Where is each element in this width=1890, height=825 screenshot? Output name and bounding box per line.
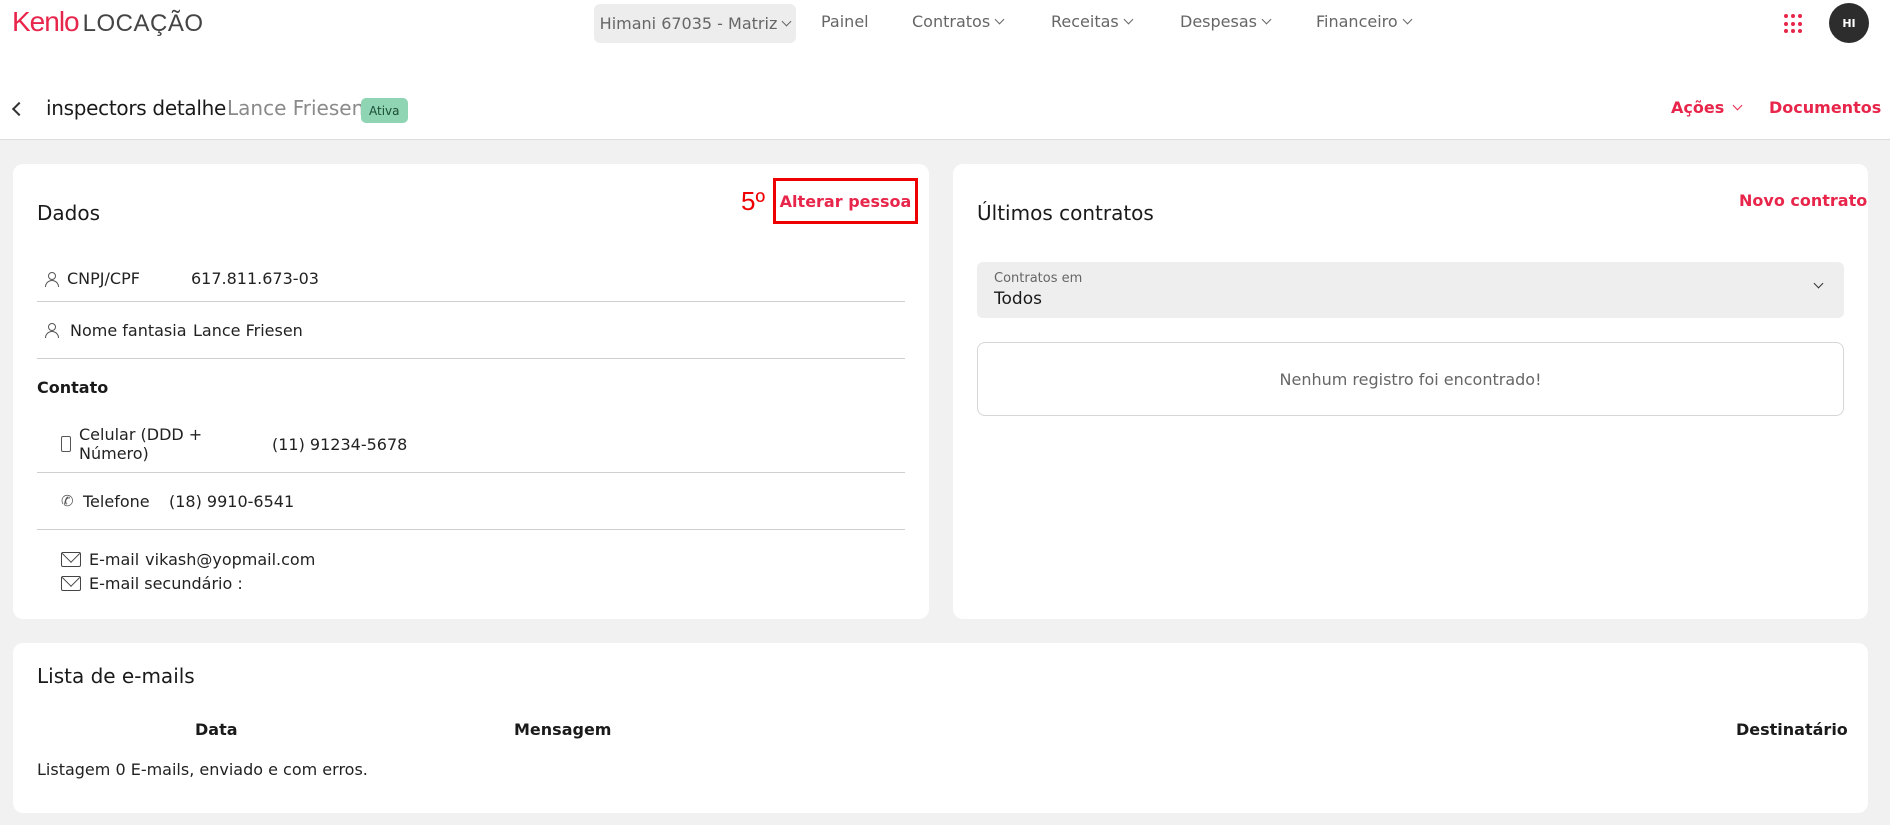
- step-annotation: 5º: [741, 186, 765, 216]
- mail-icon: [61, 575, 81, 591]
- filter-label: Contratos em: [994, 271, 1083, 286]
- nav-label: Financeiro: [1316, 12, 1398, 31]
- column-header-destinatario[interactable]: Destinatário: [1736, 720, 1848, 739]
- documents-link[interactable]: Documentos: [1769, 98, 1881, 117]
- logo-brand: Kenlo: [12, 6, 80, 37]
- filter-value: Todos: [994, 289, 1042, 309]
- chevron-down-icon: [1813, 278, 1824, 289]
- status-badge: Ativa: [361, 98, 408, 123]
- chevron-down-icon: [1402, 14, 1413, 25]
- cell-row: Celular (DDD + Número) (11) 91234-5678: [37, 416, 905, 473]
- actions-label: Ações: [1671, 98, 1725, 117]
- nav-financeiro[interactable]: Financeiro: [1316, 12, 1413, 31]
- fantasy-name-row: Nome fantasia Lance Friesen: [37, 302, 905, 359]
- email2-row: E-mail secundário :: [37, 572, 905, 594]
- telephone-icon: ✆: [61, 492, 74, 510]
- mail-icon: [61, 551, 81, 567]
- page-title: inspectors detalhe: [46, 96, 226, 120]
- chevron-down-icon: [781, 16, 792, 27]
- empty-message: Nenhum registro foi encontrado!: [1279, 369, 1542, 389]
- chevron-down-icon: [994, 14, 1005, 25]
- fantasy-label: Nome fantasia: [70, 320, 187, 340]
- cell-label: Celular (DDD + Número): [79, 425, 203, 463]
- actions-menu-button[interactable]: Ações: [1671, 98, 1743, 117]
- nav-label: Despesas: [1180, 12, 1257, 31]
- page-header: [0, 48, 1890, 140]
- column-header-data[interactable]: Data: [195, 720, 238, 739]
- mobile-phone-icon: [61, 436, 71, 452]
- kenlo-logo[interactable]: Kenlo LOCAÇÃO: [12, 6, 204, 38]
- change-person-button[interactable]: Alterar pessoa: [773, 178, 918, 224]
- emails-title: Lista de e-mails: [37, 664, 195, 688]
- cnpj-label: CNPJ/CPF: [67, 269, 140, 288]
- user-avatar[interactable]: HI: [1829, 3, 1869, 43]
- emails-list-footer: Listagem 0 E-mails, enviado e com erros.: [37, 760, 368, 779]
- nav-label: Receitas: [1051, 12, 1119, 31]
- emails-card: [13, 643, 1868, 813]
- phone-value: (18) 9910-6541: [169, 491, 295, 511]
- email-label: E-mail: [89, 549, 140, 569]
- empty-state: Nenhum registro foi encontrado!: [977, 342, 1844, 416]
- nav-painel[interactable]: Painel: [821, 12, 869, 31]
- person-name: Lance Friesen: [227, 96, 365, 120]
- email-row: E-mail vikash@yopmail.com: [37, 548, 905, 570]
- logo-product: LOCAÇÃO: [82, 10, 204, 37]
- contracts-filter-select[interactable]: Contratos em Todos: [977, 262, 1844, 318]
- person-icon: [45, 322, 59, 338]
- nav-contratos[interactable]: Contratos: [912, 12, 1005, 31]
- branch-label: Himani 67035 - Matriz: [599, 14, 778, 33]
- email-value: vikash@yopmail.com: [145, 549, 316, 569]
- nav-despesas[interactable]: Despesas: [1180, 12, 1272, 31]
- cnpj-row: CNPJ/CPF 617.811.673-03: [37, 256, 905, 302]
- new-contract-link[interactable]: Novo contrato: [1739, 191, 1867, 210]
- contact-divider: [37, 359, 905, 416]
- phone-label: Telefone: [83, 491, 150, 511]
- contracts-title: Últimos contratos: [977, 201, 1154, 225]
- fantasy-value: Lance Friesen: [193, 320, 303, 340]
- dados-title: Dados: [37, 201, 101, 225]
- cell-value: (11) 91234-5678: [272, 434, 408, 454]
- chevron-down-icon: [1261, 14, 1272, 25]
- cnpj-value: 617.811.673-03: [191, 269, 319, 288]
- chevron-down-icon: [1123, 14, 1134, 25]
- phone-row: ✆ Telefone (18) 9910-6541: [37, 473, 905, 530]
- email2-label: E-mail secundário :: [89, 573, 243, 593]
- column-header-mensagem[interactable]: Mensagem: [514, 720, 611, 739]
- nav-label: Contratos: [912, 12, 991, 31]
- chevron-down-icon: [1732, 100, 1743, 111]
- person-icon: [45, 271, 59, 287]
- branch-selector[interactable]: Himani 67035 - Matriz: [594, 4, 796, 43]
- nav-receitas[interactable]: Receitas: [1051, 12, 1134, 31]
- nav-label: Painel: [821, 12, 869, 31]
- top-navigation-bar: Kenlo LOCAÇÃO Himani 67035 - Matriz Pain…: [0, 0, 1890, 48]
- apps-grid-icon[interactable]: [1784, 14, 1804, 34]
